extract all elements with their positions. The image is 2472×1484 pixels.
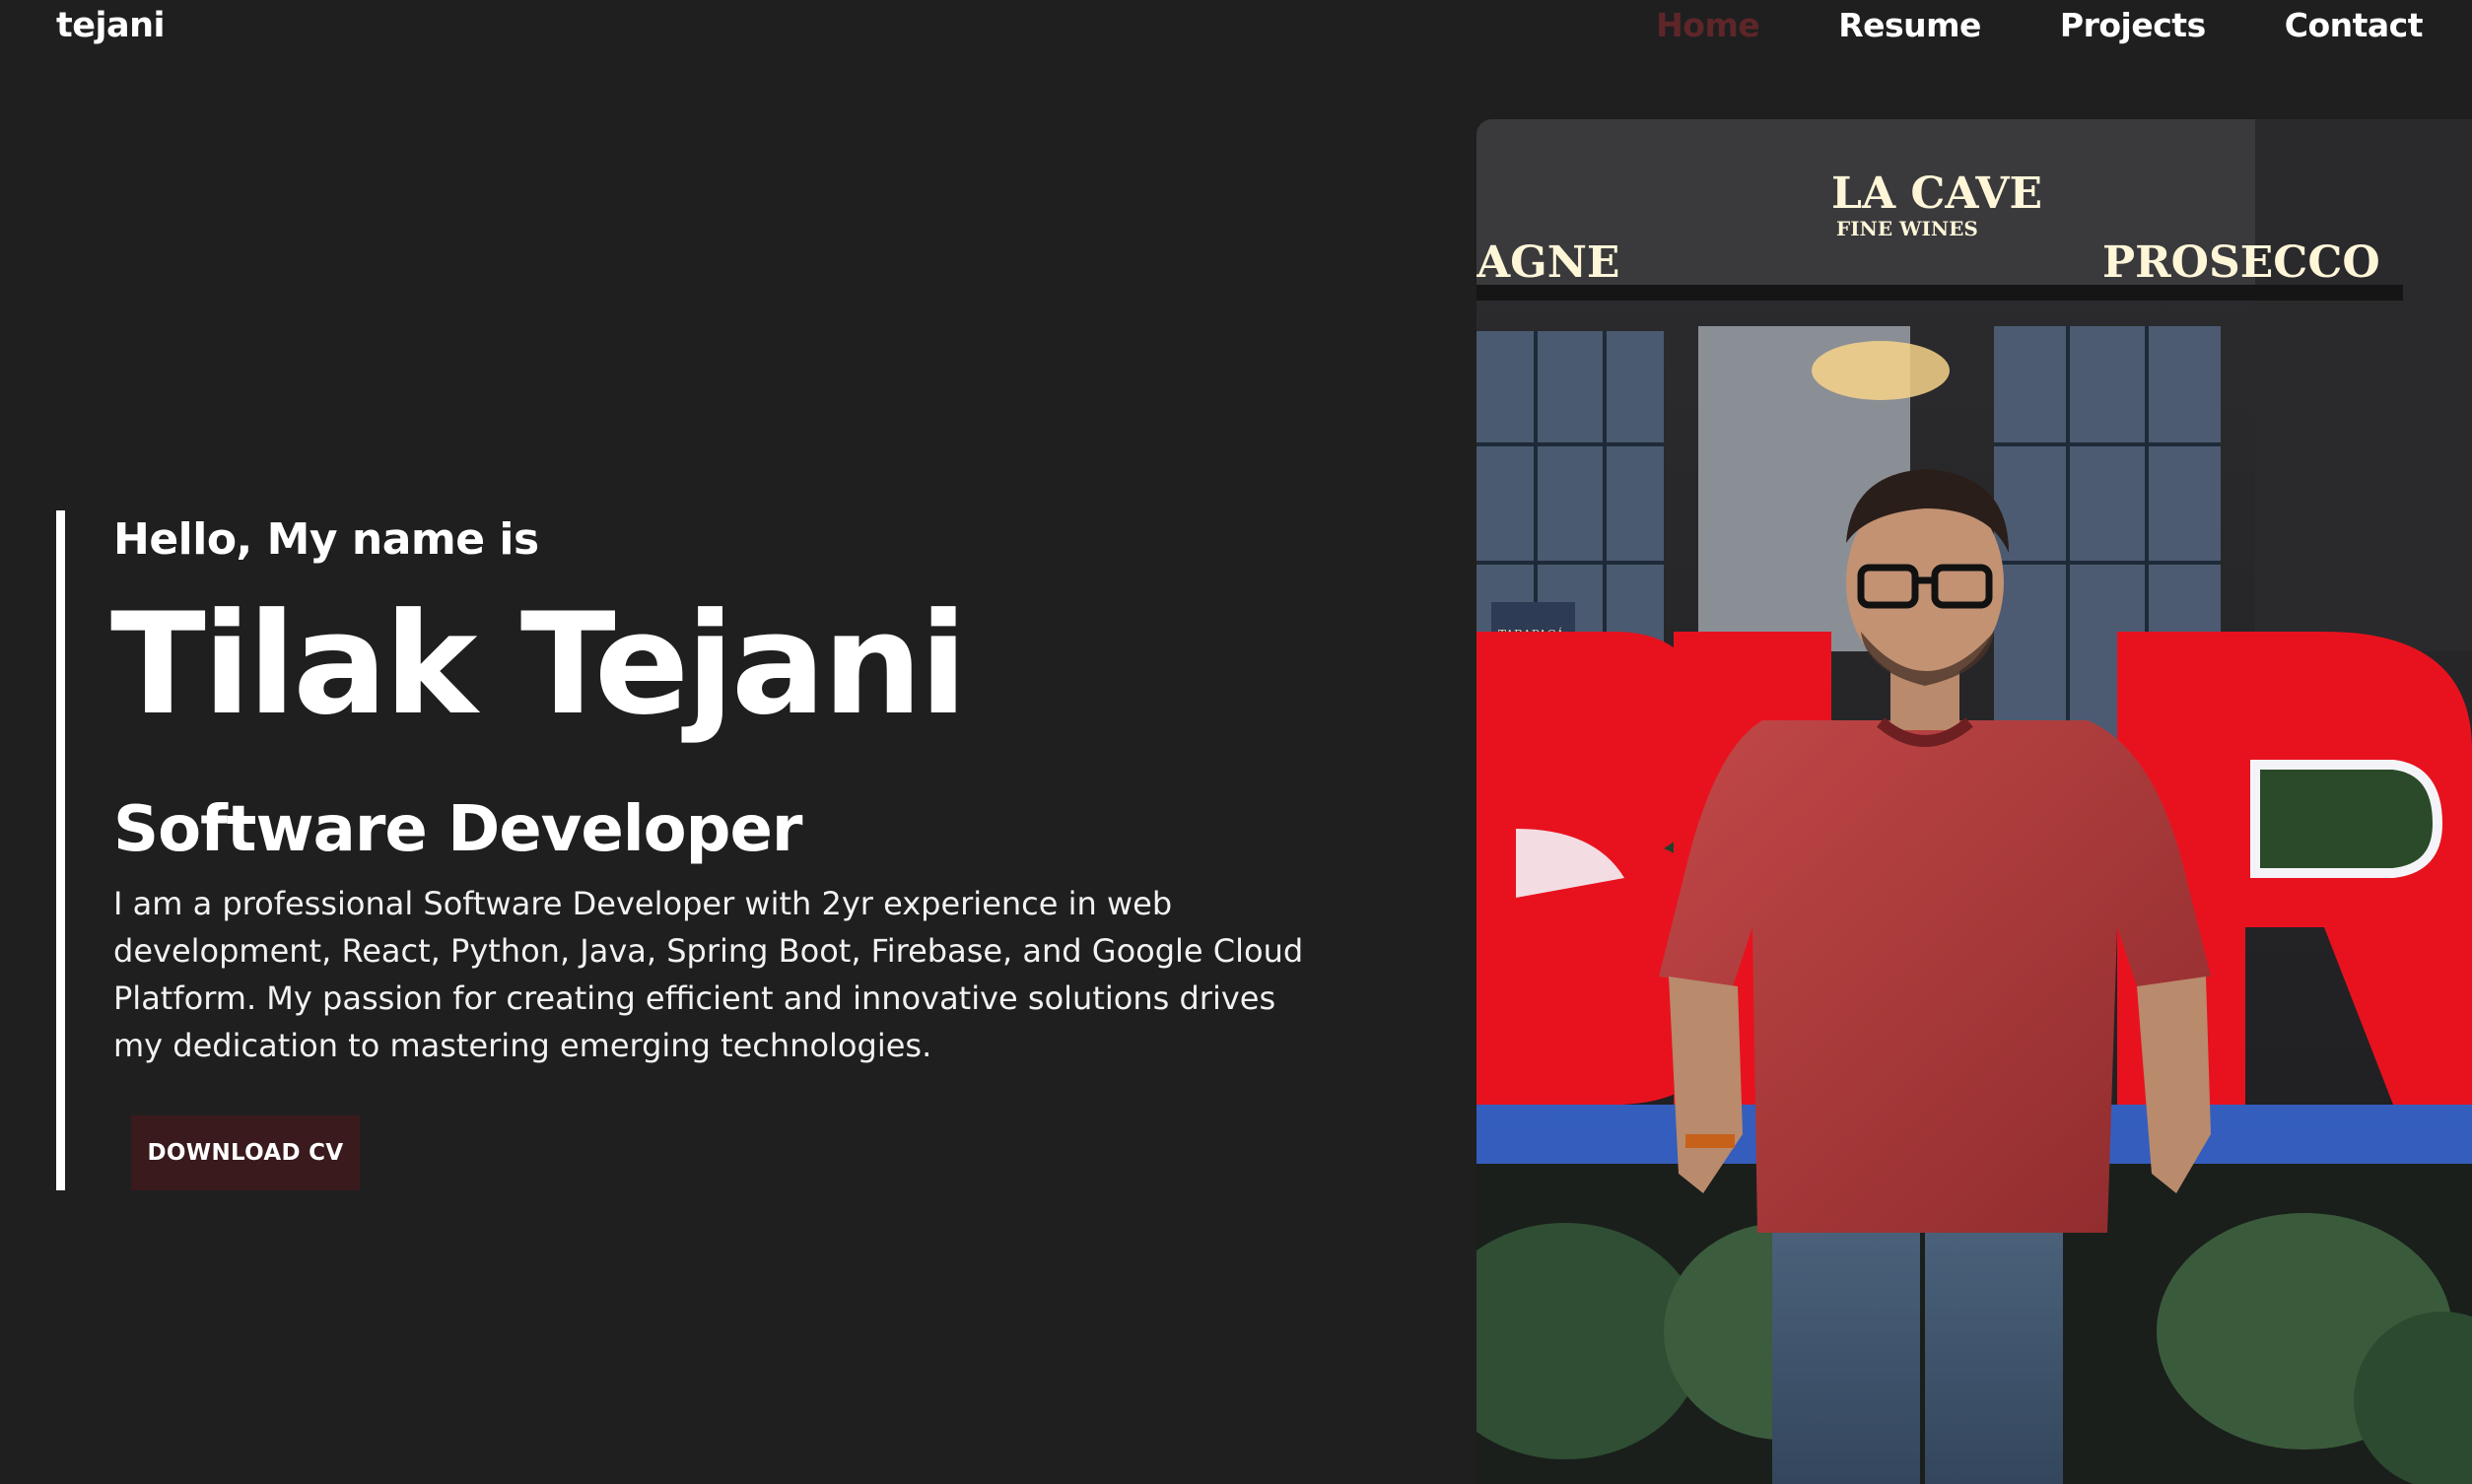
portfolio-page: tejani Home Resume Projects Contact Hell… [0, 0, 2472, 1484]
nav-link-resume[interactable]: Resume [1838, 6, 1981, 44]
sign-prosecco: PROSECCO [2102, 237, 2380, 288]
nav-link-contact[interactable]: Contact [2285, 6, 2424, 44]
hero-greeting: Hello, My name is [113, 514, 539, 565]
main-nav: Home Resume Projects Contact [1577, 6, 2423, 44]
nav-link-home[interactable]: Home [1656, 6, 1760, 44]
profile-photo-illustration: LA CAVE FINE WINES AGNE PROSECCO [1476, 119, 2472, 1484]
hero-accent-bar [56, 510, 65, 1190]
sign-la-cave: LA CAVE [1831, 169, 2042, 219]
hero-bio: I am a professional Software Developer w… [113, 885, 1304, 1064]
hero-name: Tilak Tejani [110, 583, 967, 746]
sign-fine-wines: FINE WINES [1836, 217, 1978, 240]
sign-left: AGNE [1476, 237, 1619, 288]
site-logo[interactable]: tejani [56, 6, 166, 45]
hero-role: Software Developer [113, 793, 802, 866]
profile-photo: LA CAVE FINE WINES AGNE PROSECCO [1476, 119, 2472, 1484]
download-cv-button[interactable]: DOWNLOAD CV [131, 1115, 360, 1190]
nav-link-projects[interactable]: Projects [2060, 6, 2206, 44]
